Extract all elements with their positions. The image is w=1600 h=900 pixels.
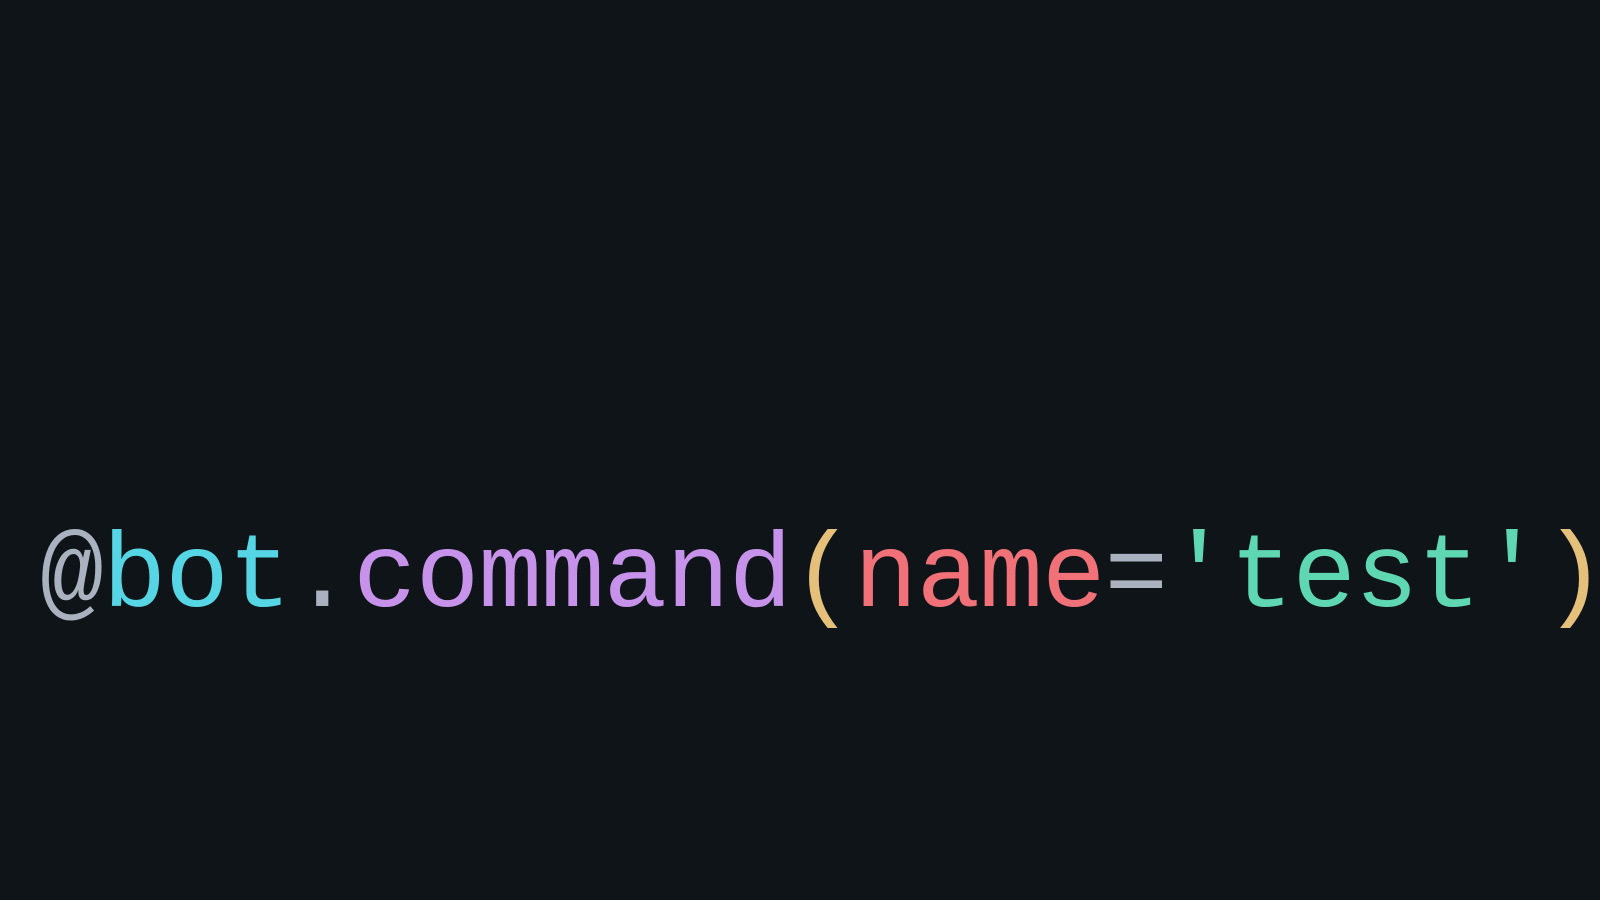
string-quote: ' bbox=[1167, 518, 1230, 638]
code-line: @bot.command(name='test') bbox=[40, 396, 1600, 640]
method-command: command bbox=[353, 518, 791, 638]
dot: . bbox=[290, 518, 353, 638]
equals: = bbox=[1104, 518, 1167, 638]
identifier-bot: bot bbox=[103, 518, 291, 638]
string-test: test bbox=[1230, 518, 1480, 638]
kwarg-name: name bbox=[854, 518, 1104, 638]
paren-close: ) bbox=[1543, 518, 1600, 638]
decorator-at: @ bbox=[40, 518, 103, 638]
paren-open: ( bbox=[791, 518, 854, 638]
code-editor[interactable]: @bot.command(name='test') async def test… bbox=[0, 0, 1600, 900]
string-quote: ' bbox=[1480, 518, 1543, 638]
